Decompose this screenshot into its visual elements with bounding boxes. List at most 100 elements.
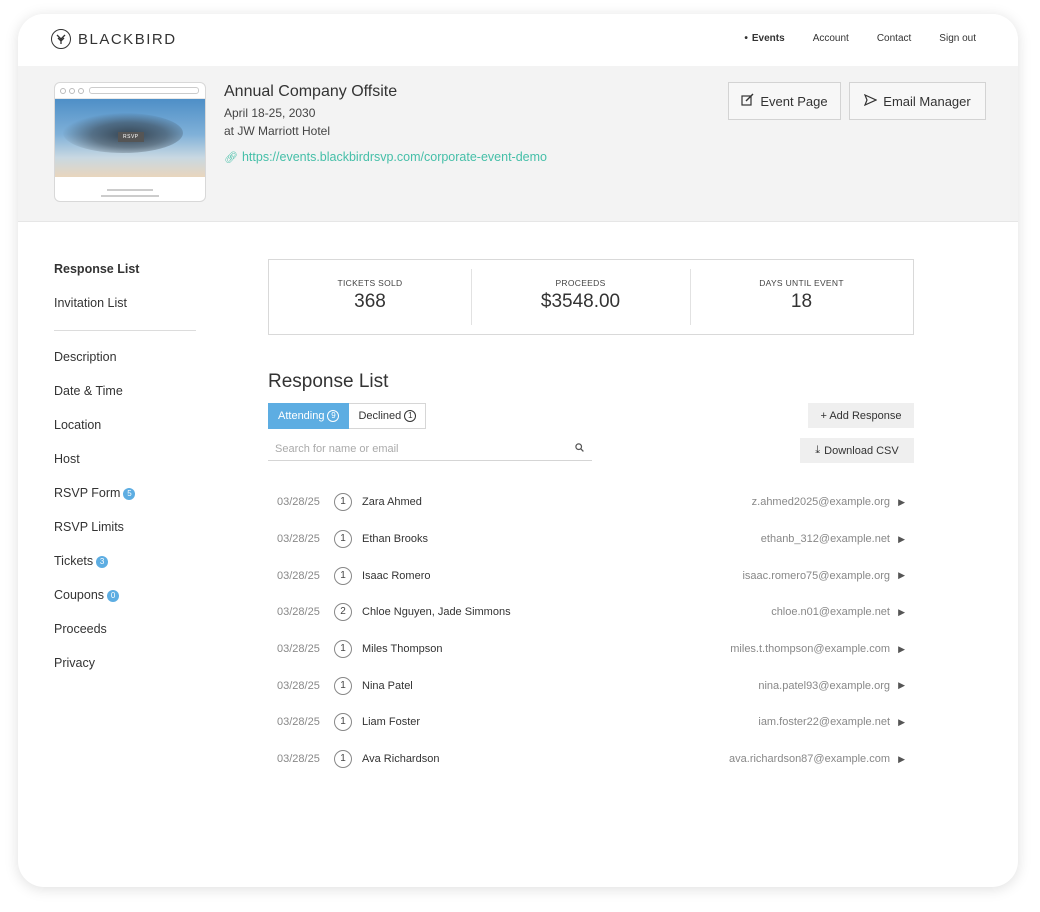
- table-row[interactable]: 03/28/25 1 Ethan Brooks ethanb_312@examp…: [268, 521, 914, 558]
- nav-link-contact[interactable]: Contact: [877, 33, 911, 44]
- row-email: z.ahmed2025@example.org: [751, 496, 890, 509]
- caret-right-icon[interactable]: ▶: [898, 754, 905, 765]
- row-email: miles.t.thompson@example.com: [730, 643, 890, 656]
- brand[interactable]: BLACKBIRD: [51, 29, 177, 49]
- sidebar-item-rsvp-limits[interactable]: RSVP Limits: [54, 520, 124, 534]
- caret-right-icon[interactable]: ▶: [898, 717, 905, 728]
- count-badge: 5: [123, 487, 136, 500]
- table-row[interactable]: 03/28/25 1 Isaac Romero isaac.romero75@e…: [268, 557, 914, 594]
- sidebar-item-date-time[interactable]: Date & Time: [54, 384, 123, 398]
- sidebar-item-rsvp-form[interactable]: RSVP Form 5: [54, 486, 136, 500]
- window-dot-icon: [69, 88, 75, 94]
- event-page-label: Event Page: [760, 93, 828, 109]
- email-manager-label: Email Manager: [883, 93, 971, 109]
- table-row[interactable]: 03/28/25 2 Chloe Nguyen, Jade Simmons ch…: [268, 594, 914, 631]
- sidebar-item-privacy[interactable]: Privacy: [54, 656, 95, 670]
- window-dot-icon: [60, 88, 66, 94]
- stat-value: 18: [790, 291, 813, 312]
- row-date: 03/28/25: [277, 753, 320, 766]
- stat-label: PROCEEDS: [555, 278, 606, 288]
- caret-right-icon[interactable]: ▶: [898, 534, 905, 545]
- stat-value: $3548.00: [540, 291, 621, 312]
- row-date: 03/28/25: [277, 496, 320, 509]
- caret-right-icon[interactable]: ▶: [898, 680, 905, 691]
- sidebar-item-host[interactable]: Host: [54, 452, 80, 466]
- add-response-button[interactable]: + Add Response: [808, 403, 914, 428]
- caret-right-icon[interactable]: ▶: [898, 644, 905, 655]
- sidebar-item-invitation-list[interactable]: Invitation List: [54, 296, 127, 310]
- event-header: RSVP Annual Company Offsite April 18-25,…: [18, 66, 1018, 222]
- thumbnail-image: RSVP: [55, 99, 205, 177]
- row-name: Nina Patel: [362, 679, 413, 692]
- table-row[interactable]: 03/28/25 1 Miles Thompson miles.t.thomps…: [268, 631, 914, 668]
- table-row[interactable]: 03/28/25 1 Ava Richardson ava.richardson…: [268, 741, 914, 778]
- guest-count: 1: [334, 750, 352, 769]
- search-field: [268, 438, 592, 461]
- tab-attending[interactable]: Attending 9: [268, 403, 350, 429]
- table-row[interactable]: 03/28/25 1 Liam Foster iam.foster22@exam…: [268, 704, 914, 741]
- count-badge: 3: [96, 555, 109, 568]
- response-rows: 03/28/25 1 Zara Ahmed z.ahmed2025@exampl…: [268, 484, 914, 778]
- guest-count: 1: [334, 493, 352, 512]
- row-name: Miles Thompson: [362, 643, 443, 656]
- sidebar-item-description[interactable]: Description: [54, 350, 117, 364]
- table-row[interactable]: 03/28/25 1 Nina Patel nina.patel93@examp…: [268, 667, 914, 704]
- nav-link-account[interactable]: Account: [813, 33, 849, 44]
- stat-tickets-sold: TICKETS SOLD 368: [269, 260, 471, 334]
- event-page-thumbnail[interactable]: RSVP: [54, 82, 206, 202]
- tab-label: Declined: [358, 410, 402, 422]
- download-csv-button[interactable]: ⤓ Download CSV: [800, 438, 914, 463]
- sidebar-item-location[interactable]: Location: [54, 418, 101, 432]
- edit-icon: [741, 93, 754, 109]
- sidebar-item-tickets[interactable]: Tickets 3: [54, 554, 109, 568]
- thumbnail-text-line: [107, 189, 153, 191]
- sidebar-item-proceeds[interactable]: Proceeds: [54, 622, 107, 636]
- nav-links: Events Account Contact Sign out: [716, 33, 976, 44]
- search-input[interactable]: [268, 443, 575, 455]
- window-dot-icon: [78, 88, 84, 94]
- row-email: nina.patel93@example.org: [758, 679, 890, 692]
- row-date: 03/28/25: [277, 606, 320, 619]
- download-csv-label: Download CSV: [824, 444, 899, 457]
- guest-count: 1: [334, 530, 352, 549]
- attendance-toggle: Attending 9 Declined 1: [268, 403, 427, 429]
- sidebar-item-coupons[interactable]: Coupons 0: [54, 588, 120, 602]
- count-circle: 9: [327, 410, 340, 422]
- email-manager-button[interactable]: Email Manager: [849, 82, 986, 120]
- sidebar-divider: [54, 330, 196, 331]
- app-window: BLACKBIRD Events Account Contact Sign ou…: [18, 14, 1018, 887]
- thumbnail-rsvp-label: RSVP: [118, 132, 144, 142]
- row-name: Ava Richardson: [362, 753, 440, 766]
- tab-label: Attending: [278, 410, 325, 422]
- search-icon[interactable]: [575, 443, 584, 455]
- top-nav: BLACKBIRD Events Account Contact Sign ou…: [18, 14, 1018, 66]
- row-name: Liam Foster: [362, 716, 421, 729]
- caret-right-icon[interactable]: ▶: [898, 570, 905, 581]
- count-circle: 1: [404, 410, 417, 422]
- brand-name: BLACKBIRD: [78, 30, 177, 48]
- stat-label: TICKETS SOLD: [337, 278, 403, 288]
- event-title: Annual Company Offsite: [224, 83, 398, 100]
- stat-label: DAYS UNTIL EVENT: [759, 278, 844, 288]
- table-row[interactable]: 03/28/25 1 Zara Ahmed z.ahmed2025@exampl…: [268, 484, 914, 521]
- sidebar-item-response-list[interactable]: Response List: [54, 262, 139, 276]
- guest-count: 1: [334, 640, 352, 659]
- guest-count: 2: [334, 603, 352, 622]
- blackbird-logo-icon: [51, 29, 71, 49]
- row-date: 03/28/25: [277, 533, 320, 546]
- row-name: Isaac Romero: [362, 569, 431, 582]
- event-page-button[interactable]: Event Page: [728, 82, 841, 120]
- stat-days-until-event: DAYS UNTIL EVENT 18: [690, 260, 913, 334]
- tab-declined[interactable]: Declined 1: [349, 403, 427, 429]
- row-name: Chloe Nguyen, Jade Simmons: [362, 606, 511, 619]
- caret-right-icon[interactable]: ▶: [898, 607, 905, 618]
- nav-link-sign-out[interactable]: Sign out: [939, 33, 976, 44]
- stat-value: 368: [354, 291, 386, 312]
- sidebar-item-label: Tickets: [54, 554, 94, 568]
- row-date: 03/28/25: [277, 569, 320, 582]
- caret-right-icon[interactable]: ▶: [898, 497, 905, 508]
- event-url-link[interactable]: 🔗︎ https://events.blackbirdrsvp.com/corp…: [224, 150, 547, 164]
- row-email: ethanb_312@example.net: [760, 533, 890, 546]
- row-name: Zara Ahmed: [362, 496, 422, 509]
- nav-link-events[interactable]: Events: [744, 33, 785, 44]
